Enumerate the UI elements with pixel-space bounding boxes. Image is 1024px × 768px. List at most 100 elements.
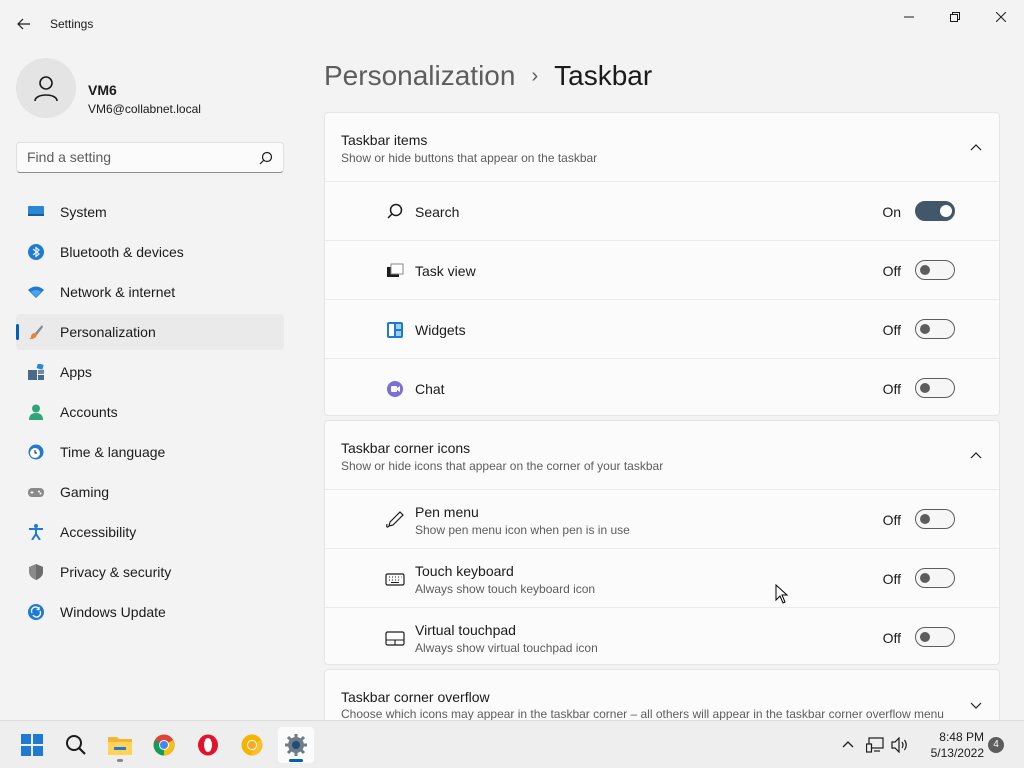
minimize-icon [904, 16, 914, 18]
start-icon [21, 734, 43, 756]
corner-icons-header[interactable]: Taskbar corner icons Show or hide icons … [325, 421, 999, 489]
setting-label: Task view [415, 263, 476, 279]
toggle-state: On [882, 204, 901, 220]
chat-toggle[interactable] [915, 378, 955, 398]
task-view-icon [387, 263, 404, 277]
task-view-toggle[interactable] [915, 260, 955, 280]
setting-row-pen-menu: Pen menu Show pen menu icon when pen is … [325, 489, 999, 548]
sidebar-item-gaming[interactable]: Gaming [16, 474, 284, 510]
corner-icons-section: Taskbar corner icons Show or hide icons … [324, 420, 1000, 665]
search-input[interactable] [27, 149, 247, 165]
setting-description: Always show virtual touchpad icon [415, 641, 598, 655]
person-icon [34, 76, 58, 102]
wifi-icon [28, 286, 44, 298]
toggle-state: Off [882, 571, 901, 587]
setting-description: Always show touch keyboard icon [415, 582, 596, 596]
sidebar-item-accessibility[interactable]: Accessibility [16, 514, 284, 550]
taskbar-chrome-canary[interactable] [234, 727, 270, 763]
search-icon [259, 151, 273, 165]
gamepad-icon [28, 488, 44, 497]
active-indicator [289, 759, 303, 762]
sidebar-item-apps[interactable]: Apps [16, 354, 284, 390]
taskbar-items-section: Taskbar items Show or hide buttons that … [324, 112, 1000, 416]
sidebar-item-label: Network & internet [60, 284, 176, 300]
chrome-icon [153, 734, 175, 756]
keyboard-icon [385, 573, 405, 586]
minimize-button[interactable] [886, 6, 932, 28]
sidebar-item-network[interactable]: Network & internet [16, 274, 284, 310]
pen-menu-toggle[interactable] [915, 509, 955, 529]
notification-badge[interactable]: 4 [988, 737, 1004, 753]
sidebar-item-bluetooth[interactable]: Bluetooth & devices [16, 234, 284, 270]
setting-row-touch-keyboard: Touch keyboard Always show touch keyboar… [325, 548, 999, 607]
show-hidden-icons-button[interactable] [838, 735, 858, 755]
widgets-toggle[interactable] [915, 319, 955, 339]
sidebar-item-label: Gaming [60, 484, 110, 500]
network-status-button[interactable] [865, 735, 885, 755]
section-title: Taskbar items [341, 132, 428, 148]
system-clock[interactable]: 8:48 PM 5/13/2022 [916, 729, 984, 761]
virtual-touchpad-toggle[interactable] [915, 627, 955, 647]
user-profile[interactable]: VM6 VM6@collabnet.local [16, 58, 296, 118]
monitor-icon [28, 206, 44, 216]
section-subtitle: Choose which icons may appear in the tas… [341, 707, 944, 721]
setting-row-task-view: Task view Off [325, 240, 999, 299]
sidebar-item-time-language[interactable]: Time & language [16, 434, 284, 470]
volume-button[interactable] [890, 735, 910, 755]
sidebar-item-accounts[interactable]: Accounts [16, 394, 284, 430]
close-button[interactable] [978, 6, 1024, 28]
sidebar-item-personalization[interactable]: Personalization [16, 314, 284, 350]
user-email: VM6@collabnet.local [88, 102, 201, 116]
maximize-button[interactable] [932, 6, 978, 28]
chevron-up-icon [842, 741, 854, 748]
setting-label: Chat [415, 381, 445, 397]
close-icon [996, 12, 1006, 22]
sidebar-item-label: System [60, 204, 107, 220]
user-name: VM6 [88, 82, 117, 98]
toggle-state: Off [882, 630, 901, 646]
touch-keyboard-toggle[interactable] [915, 568, 955, 588]
sidebar-item-windows-update[interactable]: Windows Update [16, 594, 284, 630]
back-button[interactable] [12, 12, 36, 36]
toggle-knob [920, 324, 930, 334]
mouse-cursor-icon [775, 584, 789, 604]
clock-date: 5/13/2022 [930, 746, 984, 760]
setting-row-widgets: Widgets Off [325, 299, 999, 358]
sidebar-item-privacy[interactable]: Privacy & security [16, 554, 284, 590]
taskbar-opera[interactable] [190, 727, 226, 763]
taskbar-items-header[interactable]: Taskbar items Show or hide buttons that … [325, 113, 999, 181]
taskbar-settings[interactable] [278, 727, 314, 763]
taskbar-file-explorer[interactable] [102, 727, 138, 763]
search-icon [66, 735, 86, 755]
opera-icon [198, 734, 218, 756]
setting-label: Pen menu [415, 504, 479, 520]
brush-icon [29, 325, 43, 340]
title-bar: Settings [0, 0, 1024, 48]
setting-label: Search [415, 204, 460, 220]
chat-icon [387, 381, 403, 397]
taskbar-search-button[interactable] [58, 727, 94, 763]
touchpad-icon [385, 631, 405, 646]
setting-row-virtual-touchpad: Virtual touchpad Always show virtual tou… [325, 607, 999, 666]
settings-search[interactable] [16, 142, 284, 173]
section-subtitle: Show or hide buttons that appear on the … [341, 151, 598, 165]
accessibility-icon [29, 524, 43, 540]
search-icon [387, 203, 403, 219]
chevron-down-icon [970, 702, 982, 709]
toggle-state: Off [882, 263, 901, 279]
arrow-left-icon [17, 18, 30, 30]
windows-taskbar: 8:48 PM 5/13/2022 4 [0, 720, 1024, 768]
start-button[interactable] [14, 727, 50, 763]
breadcrumb: Personalization › Taskbar [324, 58, 652, 94]
search-toggle[interactable] [915, 201, 955, 221]
toggle-state: Off [882, 512, 901, 528]
taskbar-chrome[interactable] [146, 727, 182, 763]
pen-icon [386, 511, 404, 528]
sidebar-item-system[interactable]: System [16, 194, 284, 230]
breadcrumb-parent[interactable]: Personalization [324, 60, 515, 92]
sidebar-item-label: Bluetooth & devices [60, 244, 184, 260]
apps-icon [28, 364, 44, 380]
running-indicator [117, 759, 123, 762]
widgets-icon [387, 322, 403, 338]
setting-row-search: Search On [325, 181, 999, 240]
